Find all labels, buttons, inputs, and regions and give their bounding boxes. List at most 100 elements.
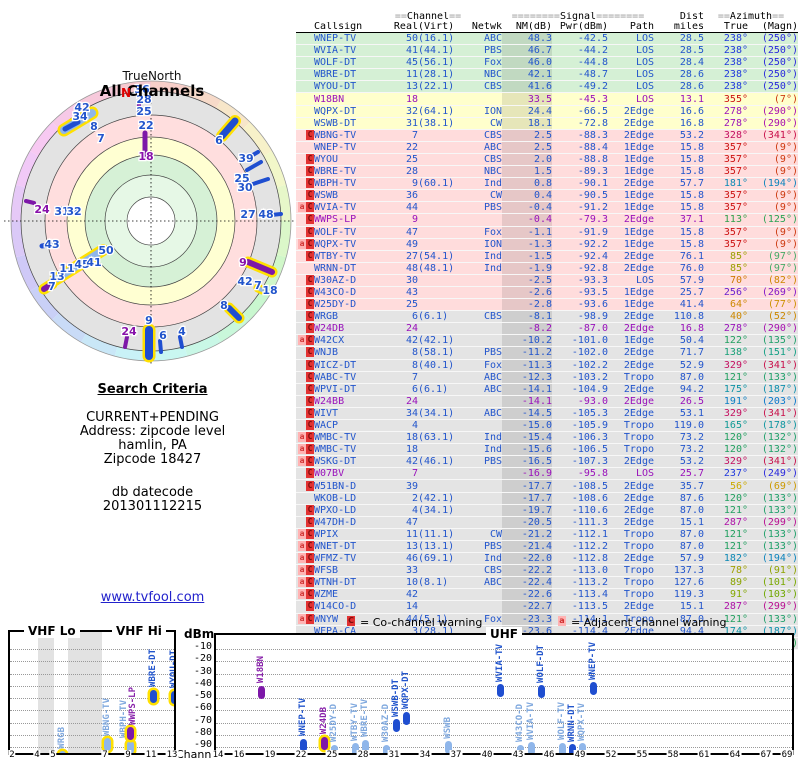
signal-bar-label: WYOU-DT xyxy=(169,650,176,689)
distance-miles: 53.2 xyxy=(654,455,704,469)
virtual-channel xyxy=(418,213,464,227)
table-row: WNEP-TV 50 (16.1) ABC 48.3 -42.5 LOS 28.5 238° (2… xyxy=(296,32,798,46)
warning-cell xyxy=(296,56,314,70)
channel-tick: 52 xyxy=(604,750,618,760)
noise-margin: -22.7 xyxy=(502,600,552,614)
power-dbm: -92.4 xyxy=(552,250,608,263)
network xyxy=(464,92,502,106)
distance-miles: 15.1 xyxy=(654,600,704,614)
channel-tick: 69 xyxy=(780,750,794,760)
path: Tropo xyxy=(608,443,654,457)
azimuth-true: 121° xyxy=(704,540,748,554)
warning-cell: C xyxy=(296,165,314,179)
network xyxy=(464,334,502,348)
signal-bar-label: W43CO-D xyxy=(515,704,525,743)
power-dbm: -79.3 xyxy=(552,213,608,227)
noise-margin: -8.1 xyxy=(502,310,552,324)
callsign: WTNH-DT xyxy=(314,576,392,590)
path: LOS xyxy=(608,274,654,287)
azimuth-true: 181° xyxy=(704,177,748,191)
power-dbm: -113.0 xyxy=(552,564,608,578)
radar-channel-label: 42 xyxy=(237,275,252,288)
table-row: C W24BB 24 -14.1 -93.0 2Edge 26.5 191° (203°) xyxy=(296,395,798,408)
network: Ind xyxy=(464,552,502,566)
signal-bar-label: WBRE-TV xyxy=(360,699,370,738)
channel-tick: 19 xyxy=(263,750,277,760)
azimuth-magnetic: (299°) xyxy=(748,600,798,614)
channel-table: ==Channel== ========Signal======== Dist ==A… xyxy=(296,12,798,650)
channel-tick: 64 xyxy=(728,750,742,760)
table-row: C WBNG-TV 7 CBS 2.5 -88.3 2Edge 53.2 328° (341°) xyxy=(296,129,798,142)
vhf-lo-band-label: VHF Lo xyxy=(24,624,80,638)
spacer xyxy=(296,12,392,22)
noise-margin: 2.0 xyxy=(502,153,552,167)
network: Ind xyxy=(464,443,502,457)
table-row: W18BN 18 33.5 -45.3 LOS 13.1 355° (7°) xyxy=(296,92,798,106)
noise-margin: -22.2 xyxy=(502,564,552,578)
power-dbm: -49.2 xyxy=(552,80,608,94)
path: 2Edge xyxy=(608,552,654,566)
warning-cell: aC xyxy=(296,588,314,602)
radar-channel-label: 25 xyxy=(136,105,151,118)
callsign: WFMZ-TV xyxy=(314,552,392,566)
table-row: a C W42CX 42 (42.1) -10.2 -101.0 1Edge 50.4 122°(… xyxy=(296,334,798,348)
adjacent-channel-warning-icon: a xyxy=(298,589,306,600)
path: 2Edge xyxy=(608,250,654,263)
distance-miles: 28.5 xyxy=(654,44,704,58)
co-channel-warning-icon: C xyxy=(306,250,314,261)
radar-title: All Channels xyxy=(100,82,205,100)
dbm-tick: -50 xyxy=(193,690,212,701)
warning-cell: C xyxy=(296,467,314,481)
azimuth-true: 329° xyxy=(704,407,748,421)
co-channel-warning-icon: C xyxy=(306,420,314,431)
warning-cell xyxy=(296,262,314,275)
callsign: W24DB xyxy=(314,322,392,336)
power-dbm: -42.5 xyxy=(552,32,608,46)
real-channel: 46 xyxy=(392,552,418,566)
virtual-channel xyxy=(418,201,464,215)
noise-margin: -8.2 xyxy=(502,322,552,336)
network: Fox xyxy=(464,359,502,372)
real-channel: 9 xyxy=(392,213,418,227)
search-criteria-line: hamlin, PA xyxy=(118,438,187,453)
column-header: Path xyxy=(608,22,654,33)
tvfool-link[interactable]: www.tvfool.com xyxy=(101,590,205,605)
noise-margin: -14.1 xyxy=(502,395,552,408)
azimuth-true: 85° xyxy=(704,250,748,263)
warning-cell: aC xyxy=(296,528,314,541)
azimuth-true: 357° xyxy=(704,153,748,167)
warning-cell: C xyxy=(296,129,314,142)
table-row: WQPX-DT 32 (64.1) ION 24.4 -66.5 2Edge 16.6 278°… xyxy=(296,105,798,118)
warning-cell: C xyxy=(296,226,314,239)
power-dbm: -106.3 xyxy=(552,431,608,445)
azimuth-magnetic: (9°) xyxy=(748,226,798,239)
warning-cell: C xyxy=(296,286,314,300)
noise-margin: -16.9 xyxy=(502,467,552,481)
network: CW xyxy=(464,528,502,541)
table-row: C WTBY-TV 27 (54.1) Ind -1.5 -92.4 2Edge 76.1 85°… xyxy=(296,250,798,263)
distance-miles: 53.2 xyxy=(654,129,704,142)
path: 2Edge xyxy=(608,359,654,372)
real-channel: 4 xyxy=(392,504,418,517)
callsign: WRNN-DT xyxy=(314,262,392,275)
noise-margin: -21.2 xyxy=(502,528,552,541)
real-channel: 22 xyxy=(392,141,418,154)
power-dbm: -93.0 xyxy=(552,395,608,408)
virtual-channel xyxy=(418,129,464,142)
distance-miles: 15.8 xyxy=(654,238,704,251)
co-channel-badge: C xyxy=(347,616,355,626)
co-channel-warning-icon: C xyxy=(306,153,314,164)
path: 1Edge xyxy=(608,298,654,312)
table-row: a C WSKG-DT 42 (46.1) PBS -16.5 -107.3 2Edge 53.2… xyxy=(296,455,798,469)
virtual-channel: (42.1) xyxy=(418,492,464,505)
distance-miles: 137.3 xyxy=(654,564,704,578)
co-channel-warning-icon: C xyxy=(306,335,314,346)
co-channel-legend-text: = Co-channel warning xyxy=(360,616,483,629)
real-channel: 7 xyxy=(392,467,418,481)
dbm-axis-label: dBm xyxy=(184,627,215,641)
real-channel: 41 xyxy=(392,44,418,58)
distance-miles: 94.2 xyxy=(654,383,704,396)
adjacent-channel-warning-icon: a xyxy=(298,565,306,576)
azimuth-magnetic: (9°) xyxy=(748,201,798,215)
table-row: WBRE-DT 11 (28.1) NBC 42.1 -48.7 LOS 28.6 238° (2… xyxy=(296,68,798,82)
